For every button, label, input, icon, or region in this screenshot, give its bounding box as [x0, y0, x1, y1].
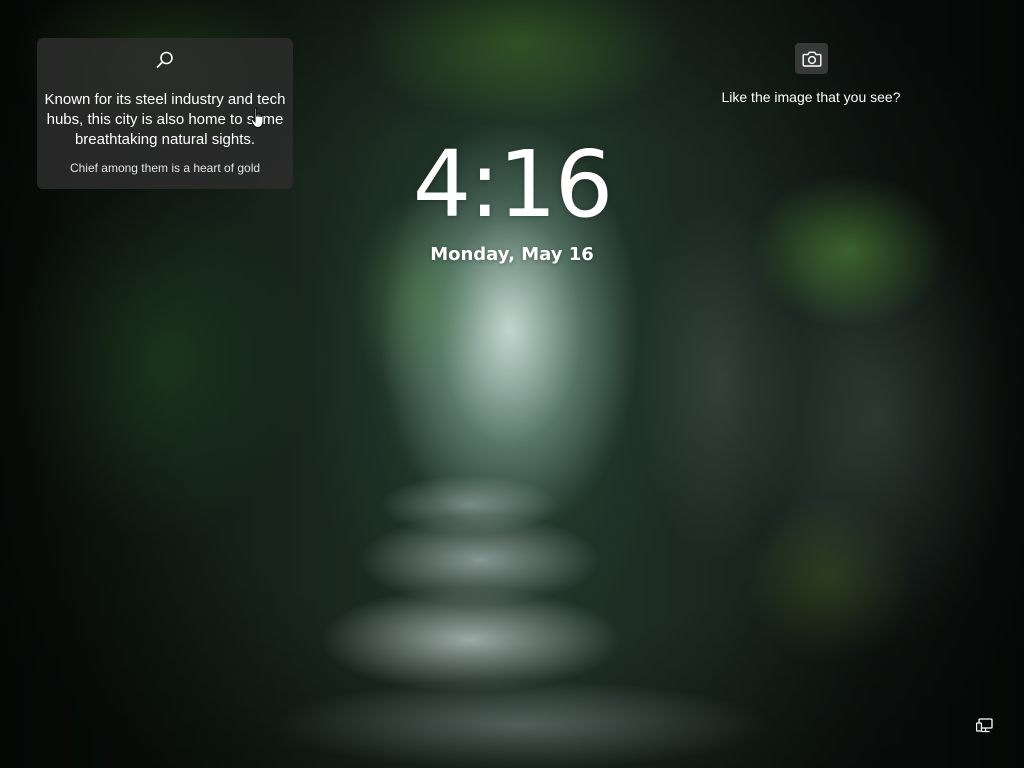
camera-icon — [802, 51, 821, 67]
search-icon — [156, 51, 173, 68]
lock-screen[interactable]: Known for its steel industry and tech hu… — [0, 0, 1024, 768]
clock-date: Monday, May 16 — [430, 244, 594, 265]
clock-time: 4:16 — [412, 131, 614, 238]
like-image-prompt[interactable]: Like the image that you see? — [700, 89, 922, 105]
network-icon[interactable] — [976, 717, 994, 735]
camera-button[interactable] — [795, 43, 828, 74]
hand-cursor-icon — [250, 107, 264, 129]
